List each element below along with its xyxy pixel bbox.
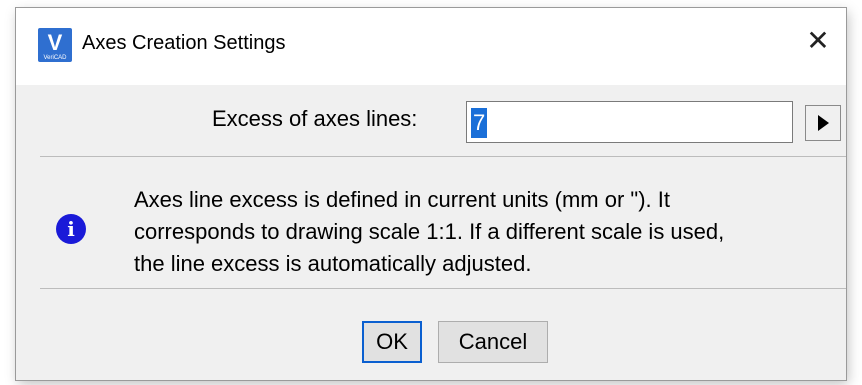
excess-input[interactable]: 7 xyxy=(466,101,793,143)
expand-button[interactable] xyxy=(805,105,841,141)
title-bar[interactable]: V VeriCAD Axes Creation Settings ✕ xyxy=(16,8,846,85)
app-icon: V VeriCAD xyxy=(38,28,72,62)
cancel-button[interactable]: Cancel xyxy=(438,321,548,363)
app-icon-letter: V xyxy=(47,30,63,55)
info-message: Axes line excess is defined in current u… xyxy=(134,184,834,280)
info-icon: i xyxy=(56,214,86,244)
ok-button[interactable]: OK xyxy=(362,321,422,363)
excess-label: Excess of axes lines: xyxy=(212,106,418,131)
window-title: Axes Creation Settings xyxy=(82,32,286,54)
axes-creation-settings-dialog: V VeriCAD Axes Creation Settings ✕ Exces… xyxy=(16,8,846,380)
separator-top xyxy=(40,156,846,157)
close-button[interactable]: ✕ xyxy=(798,20,838,60)
triangle-right-icon xyxy=(817,115,829,131)
info-message-line: the line excess is automatically adjuste… xyxy=(134,251,532,276)
info-message-line: Axes line excess is defined in current u… xyxy=(134,187,671,212)
info-icon-glyph: i xyxy=(67,217,75,241)
excess-input-value: 7 xyxy=(471,108,488,138)
separator-bottom xyxy=(40,288,846,289)
info-message-line: corresponds to drawing scale 1:1. If a d… xyxy=(134,219,725,244)
app-icon-brand: VeriCAD xyxy=(43,55,67,61)
close-icon: ✕ xyxy=(806,24,830,56)
